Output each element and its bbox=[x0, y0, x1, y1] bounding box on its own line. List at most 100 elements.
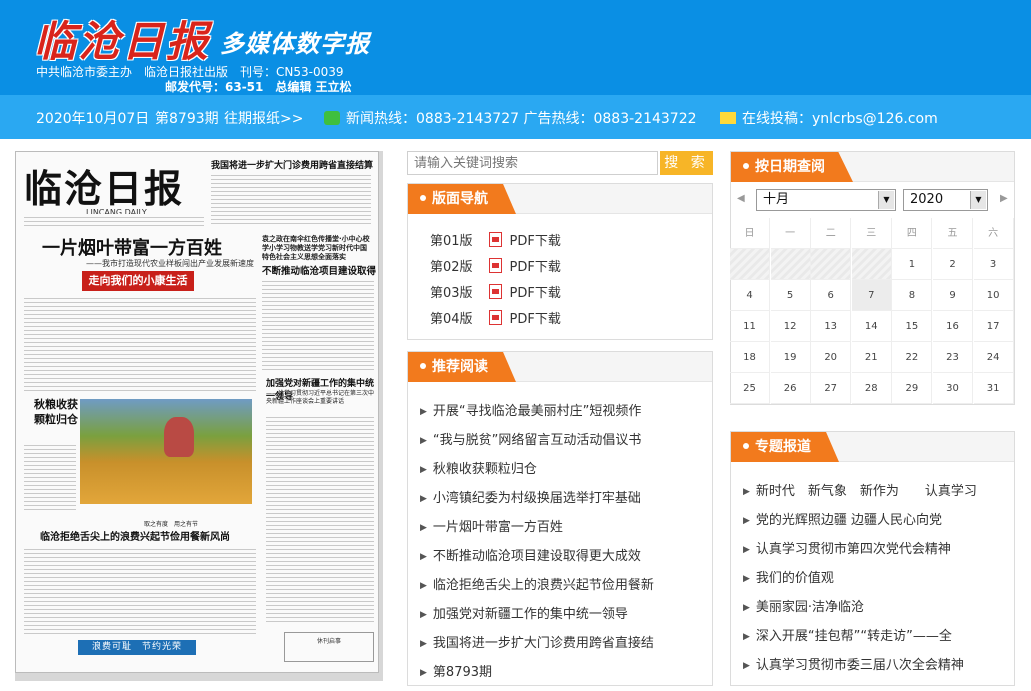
page-link[interactable]: 第02版 bbox=[430, 260, 473, 275]
calendar-day[interactable]: 29 bbox=[892, 373, 933, 404]
weekday-header: 五 bbox=[933, 218, 973, 249]
special-item[interactable]: ▶ 认真学习贯彻市第四次党代会精神 bbox=[743, 538, 951, 557]
paper-headline-1[interactable]: 一片烟叶带富一方百姓 bbox=[42, 234, 222, 260]
next-month-icon[interactable]: ▶ bbox=[1000, 193, 1008, 204]
search-input[interactable] bbox=[407, 151, 658, 175]
paper-text-block bbox=[211, 172, 371, 224]
calendar-day[interactable]: 8 bbox=[892, 280, 933, 311]
calendar-day[interactable]: 16 bbox=[933, 311, 973, 342]
special-item[interactable]: ▶ 认真学习贯彻市委三届八次全会精神 bbox=[743, 654, 964, 673]
calendar-day[interactable]: 6 bbox=[811, 280, 852, 311]
arrow-icon: ▶ bbox=[420, 523, 427, 533]
recommend-item[interactable]: ▶ 秋粮收获颗粒归仓 bbox=[420, 458, 537, 477]
calendar-day[interactable]: 25 bbox=[730, 373, 770, 404]
recommend-item[interactable]: ▶ 不断推动临沧项目建设取得更大成效 bbox=[420, 545, 641, 564]
calendar-day[interactable]: 2 bbox=[933, 249, 973, 280]
recommend-item[interactable]: ▶ 开展“寻找临沧最美丽村庄”短视频作 bbox=[420, 400, 641, 419]
prev-month-icon[interactable]: ◀ bbox=[737, 193, 745, 204]
calendar-day[interactable]: 12 bbox=[770, 311, 811, 342]
panel-title: 版面导航 bbox=[408, 184, 516, 214]
bullet-icon bbox=[743, 163, 749, 169]
submit-link[interactable]: 在线投稿：ynlcrbs@126.com bbox=[720, 108, 938, 128]
recommend-item[interactable]: ▶ 临沧拒绝舌尖上的浪费兴起节俭用餐新 bbox=[420, 574, 654, 593]
recommend-item[interactable]: ▶ 第8793期 bbox=[420, 661, 492, 680]
calendar-day[interactable]: 20 bbox=[811, 342, 852, 373]
logo-text[interactable]: 临沧日报 bbox=[34, 8, 210, 69]
year-select[interactable]: 2020 ▼ bbox=[903, 189, 988, 211]
newspaper-page-image[interactable]: 临沧日报 LINCANG DAILY 我国将进一步扩大门诊费用跨省直接结算试点范… bbox=[15, 151, 379, 673]
arrow-icon: ▶ bbox=[743, 516, 750, 526]
pdf-download-link[interactable]: PDF下载 bbox=[510, 286, 561, 301]
paper-side-title[interactable]: 秋粮收获颗粒归仓 bbox=[34, 397, 78, 427]
panel-header: 专题报道 bbox=[731, 432, 1014, 462]
page-nav-row[interactable]: 第02版 PDF下载 bbox=[430, 256, 561, 275]
pdf-download-link[interactable]: PDF下载 bbox=[510, 312, 561, 327]
editor-info: 邮发代号：63-51 总编辑 王立松 bbox=[165, 80, 352, 94]
paper-blue-banner: 浪费可耻 节约光荣 bbox=[78, 640, 196, 655]
paper-mid-caption: 取之有度 用之有节 bbox=[144, 521, 199, 528]
page-nav-row[interactable]: 第03版 PDF下载 bbox=[430, 282, 561, 301]
calendar-day[interactable]: 31 bbox=[973, 373, 1014, 404]
month-select[interactable]: 十月 ▼ bbox=[756, 189, 896, 211]
calendar-day[interactable]: 13 bbox=[811, 311, 852, 342]
arrow-icon: ▶ bbox=[420, 581, 427, 591]
pdf-icon[interactable] bbox=[488, 284, 502, 299]
newspaper-page[interactable]: 临沧日报 LINCANG DAILY 我国将进一步扩大门诊费用跨省直接结算试点范… bbox=[15, 151, 383, 681]
recommend-item[interactable]: ▶ 一片烟叶带富一方百姓 bbox=[420, 516, 563, 535]
special-item[interactable]: ▶ 美丽家园·洁净临沧 bbox=[743, 596, 864, 615]
calendar-day[interactable]: 11 bbox=[730, 311, 770, 342]
pdf-icon[interactable] bbox=[488, 310, 502, 325]
bullet-icon bbox=[420, 195, 426, 201]
calendar-day[interactable]: 5 bbox=[770, 280, 811, 311]
paper-headline-4[interactable]: 临沧拒绝舌尖上的浪费兴起节俭用餐新风尚 bbox=[40, 528, 230, 543]
calendar-day[interactable]: 3 bbox=[973, 249, 1014, 280]
search-button[interactable]: 搜 索 bbox=[660, 151, 713, 175]
calendar-day[interactable]: 19 bbox=[770, 342, 811, 373]
calendar-day[interactable]: 14 bbox=[851, 311, 892, 342]
paper-red-banner: 走向我们的小康生活 bbox=[82, 271, 194, 291]
calendar-day[interactable]: 18 bbox=[730, 342, 770, 373]
logo-subtitle: 多媒体数字报 bbox=[220, 30, 370, 58]
calendar-day[interactable]: 4 bbox=[730, 280, 770, 311]
pdf-icon[interactable] bbox=[488, 232, 502, 247]
calendar-day[interactable]: 1 bbox=[892, 249, 933, 280]
page-nav-row[interactable]: 第04版 PDF下载 bbox=[430, 308, 561, 327]
recommend-item[interactable]: ▶ 我国将进一步扩大门诊费用跨省直接结 bbox=[420, 632, 654, 651]
recommend-item[interactable]: ▶ “我与脱贫”网络留言互动活动倡议书 bbox=[420, 429, 641, 448]
special-item[interactable]: ▶ 党的光辉照边疆 边疆人民心向党 bbox=[743, 509, 942, 528]
special-item[interactable]: ▶ 新时代 新气象 新作为 认真学习 bbox=[743, 480, 977, 499]
past-issues-link[interactable]: 往期报纸>> bbox=[224, 108, 303, 128]
calendar-day[interactable]: 10 bbox=[973, 280, 1014, 311]
calendar-day[interactable]: 30 bbox=[933, 373, 973, 404]
special-item[interactable]: ▶ 我们的价值观 bbox=[743, 567, 834, 586]
calendar-day[interactable]: 27 bbox=[811, 373, 852, 404]
calendar-day[interactable]: 23 bbox=[933, 342, 973, 373]
calendar-day[interactable]: 7 bbox=[851, 280, 892, 311]
paper-text-block bbox=[24, 214, 204, 228]
calendar-blank-cell bbox=[770, 249, 811, 280]
calendar-day[interactable]: 17 bbox=[973, 311, 1014, 342]
pdf-download-link[interactable]: PDF下载 bbox=[510, 234, 561, 249]
pdf-icon[interactable] bbox=[488, 258, 502, 273]
page-link[interactable]: 第01版 bbox=[430, 234, 473, 249]
special-item[interactable]: ▶ 深入开展“挂包帮”“转走访”——全 bbox=[743, 625, 952, 644]
arrow-icon: ▶ bbox=[743, 487, 750, 497]
page-link[interactable]: 第03版 bbox=[430, 286, 473, 301]
calendar-day[interactable]: 28 bbox=[851, 373, 892, 404]
page-link[interactable]: 第04版 bbox=[430, 312, 473, 327]
recommend-item[interactable]: ▶ 小湾镇纪委为村级换届选举打牢基础 bbox=[420, 487, 641, 506]
arrow-icon: ▶ bbox=[420, 407, 427, 417]
paper-right-headline-3-sub: ——论学习贯彻习近平总书记在第三次中央新疆工作座谈会上重要讲话 bbox=[266, 390, 375, 405]
calendar-day[interactable]: 24 bbox=[973, 342, 1014, 373]
pdf-download-link[interactable]: PDF下载 bbox=[510, 260, 561, 275]
calendar-day[interactable]: 9 bbox=[933, 280, 973, 311]
page-nav-row[interactable]: 第01版 PDF下载 bbox=[430, 230, 561, 249]
calendar-day[interactable]: 15 bbox=[892, 311, 933, 342]
paper-right-headline-1[interactable]: 袁之政在南伞红色传播堂·小中心校学小学习物教送学党习新时代中国特色社会主义思想全… bbox=[262, 235, 372, 262]
calendar-day[interactable]: 22 bbox=[892, 342, 933, 373]
calendar-day[interactable]: 26 bbox=[770, 373, 811, 404]
calendar-day[interactable]: 21 bbox=[851, 342, 892, 373]
weekday-header: 四 bbox=[892, 218, 933, 249]
recommend-item[interactable]: ▶ 加强党对新疆工作的集中统一领导 bbox=[420, 603, 628, 622]
recommend-panel: 推荐阅读 ▶ 开展“寻找临沧最美丽村庄”短视频作 ▶ “我与脱贫”网络留言互动活动倡… bbox=[407, 351, 713, 686]
